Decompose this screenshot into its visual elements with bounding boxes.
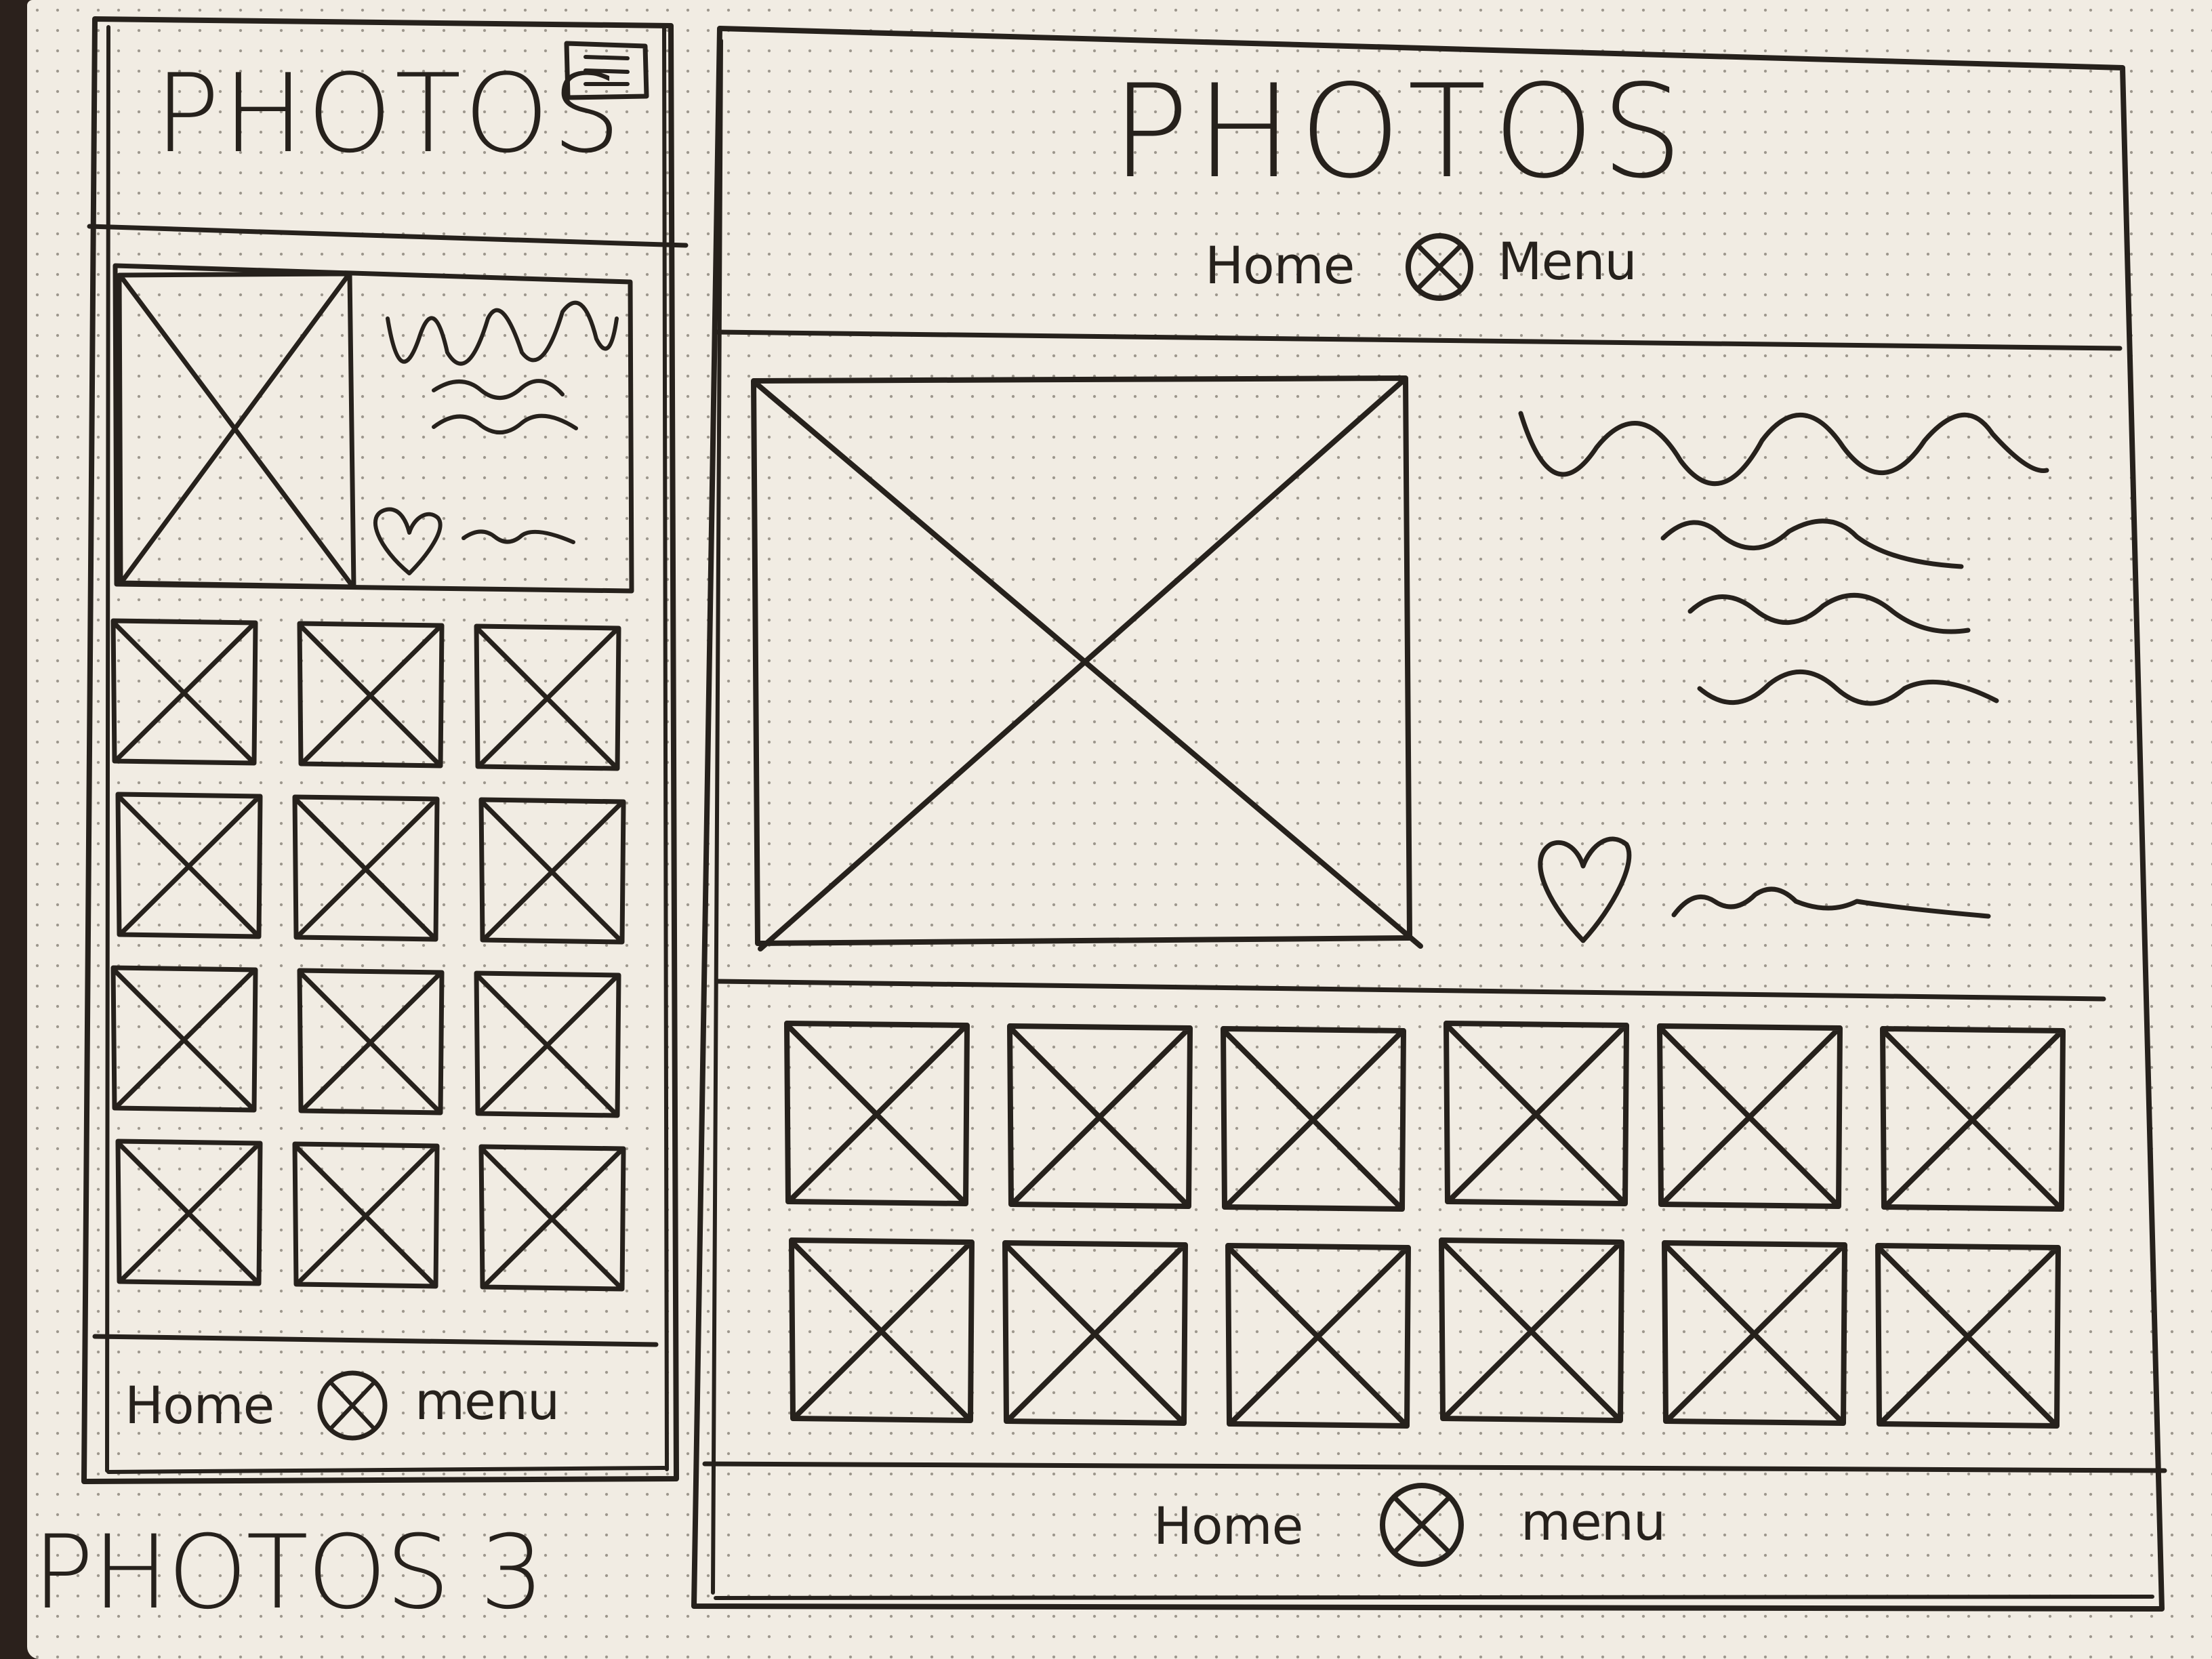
desktop-photo-grid [784,1021,2066,1429]
photo-thumbnail[interactable] [474,970,621,1118]
mobile-frame [81,16,679,1484]
mobile-page-title: PHOTOS [155,50,623,177]
photo-thumbnail[interactable] [297,621,445,769]
text-scribble [1687,592,1971,634]
photo-thumbnail[interactable] [292,1141,440,1289]
desktop-footer-divider [702,1461,2167,1473]
photo-thumbnail[interactable] [478,797,626,945]
mobile-header-divider [87,224,689,248]
photo-thumbnail[interactable] [115,792,263,939]
text-scribble [432,413,578,435]
image-placeholder-icon [751,375,1423,951]
photo-thumbnail[interactable] [1443,1021,1629,1206]
photo-thumbnail[interactable] [1880,1026,2066,1212]
mobile-footer-home-link[interactable]: Home [125,1380,274,1431]
photo-thumbnail[interactable] [110,965,258,1113]
headline-scribble [1518,411,2049,487]
text-scribble [432,379,565,401]
image-placeholder-icon [117,271,356,590]
photo-thumbnail[interactable] [297,968,445,1115]
desktop-page-title: PHOTOS [1111,57,1690,207]
desktop-featured-card[interactable] [751,375,2049,951]
photo-thumbnail[interactable] [478,1144,626,1292]
photo-thumbnail[interactable] [1002,1240,1188,1426]
photo-thumbnail[interactable] [1657,1023,1843,1209]
photo-thumbnail[interactable] [784,1021,970,1206]
mobile-photo-grid [110,618,626,1292]
sheet-label: PHOTOS 3 [33,1514,544,1632]
desktop-header-divider [714,329,2123,351]
photo-thumbnail[interactable] [115,1139,263,1286]
mobile-wireframe [81,16,689,1484]
photo-thumbnail[interactable] [292,794,440,942]
photo-thumbnail[interactable] [1439,1237,1624,1423]
text-scribble [1697,670,1999,706]
photo-thumbnail[interactable] [1225,1243,1411,1429]
headline-scribble [386,300,619,366]
desktop-footer-home-link[interactable]: Home [1153,1500,1303,1552]
desktop-footer-menu-link[interactable]: menu [1521,1496,1666,1548]
text-scribble [1660,518,1964,569]
mobile-footer-divider [92,1334,659,1347]
desktop-wireframe [691,26,2167,1612]
photo-thumbnail[interactable] [789,1237,975,1423]
photo-thumbnail[interactable] [1662,1240,1847,1426]
mobile-footer-menu-link[interactable]: menu [415,1376,560,1427]
heart-icon[interactable] [1538,836,1632,943]
desktop-frame [691,26,2165,1612]
photo-thumbnail[interactable] [1007,1023,1193,1209]
text-scribble [1671,886,1991,919]
wireframe-sketch [81,16,2167,1612]
photo-thumbnail[interactable] [1875,1243,2061,1429]
desktop-nav-home-link[interactable]: Home [1205,240,1355,291]
photo-thumbnail[interactable] [474,623,621,771]
mobile-featured-card[interactable] [112,263,634,594]
desktop-nav-menu-link[interactable]: Menu [1498,236,1637,287]
photo-thumbnail[interactable] [110,618,258,766]
text-scribble [462,529,575,544]
desktop-content-divider [714,979,2106,1002]
photo-thumbnail[interactable] [1221,1026,1406,1212]
heart-icon[interactable] [373,507,443,575]
